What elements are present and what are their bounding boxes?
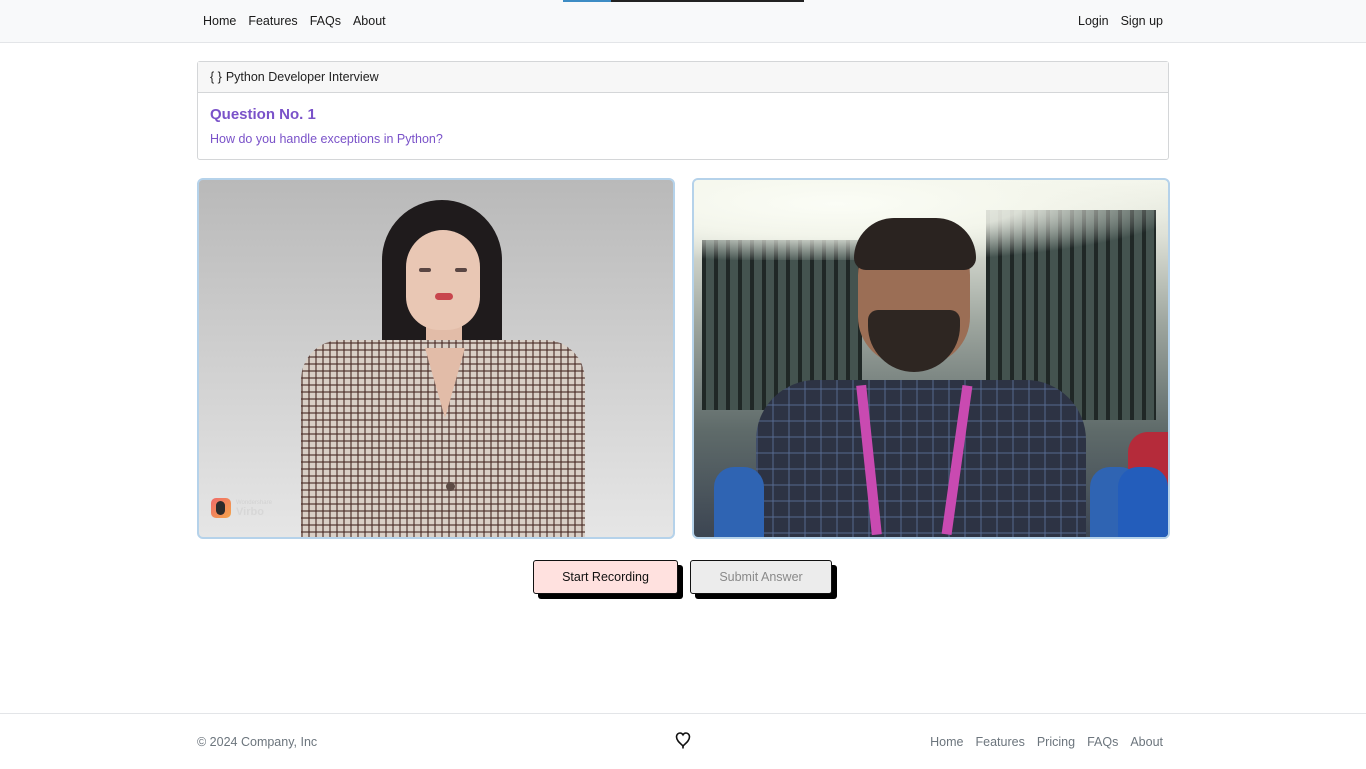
footer-nav: Home Features Pricing FAQs About <box>924 735 1169 749</box>
avatar-collar <box>425 348 465 418</box>
login-link[interactable]: Login <box>1072 14 1115 28</box>
avatar-face <box>406 230 480 330</box>
submit-answer-button[interactable]: Submit Answer <box>690 560 832 594</box>
user-webcam-video <box>692 178 1170 539</box>
heart-icon[interactable] <box>675 731 691 749</box>
auditorium-seat <box>714 467 764 537</box>
nav-about-link[interactable]: About <box>347 14 392 28</box>
user-hair <box>854 218 976 270</box>
nav-features-link[interactable]: Features <box>242 14 303 28</box>
signup-link[interactable]: Sign up <box>1115 14 1169 28</box>
question-number: Question No. 1 <box>210 106 316 123</box>
page-footer: © 2024 Company, Inc Home Features Pricin… <box>0 713 1366 769</box>
start-recording-button[interactable]: Start Recording <box>533 560 678 594</box>
auditorium-seat <box>1118 467 1168 537</box>
watermark-text: Wondershare Virbo <box>236 499 272 518</box>
footer-faqs-link[interactable]: FAQs <box>1081 735 1124 749</box>
watermark-product: Virbo <box>236 506 264 518</box>
avatar-left-eye <box>419 268 431 272</box>
page-progress-bar <box>563 0 804 2</box>
question-card: { } Python Developer Interview Question … <box>197 61 1169 160</box>
virbo-logo-icon <box>211 498 231 518</box>
question-text: How do you handle exceptions in Python? <box>210 132 443 146</box>
avatar-lips <box>435 293 453 300</box>
question-card-header: { } Python Developer Interview <box>198 62 1168 93</box>
nav-home-link[interactable]: Home <box>197 14 242 28</box>
nav-left: Home Features FAQs About <box>197 0 392 42</box>
footer-about-link[interactable]: About <box>1124 735 1169 749</box>
nav-faqs-link[interactable]: FAQs <box>304 14 347 28</box>
code-braces-icon: { } <box>210 70 222 84</box>
footer-home-link[interactable]: Home <box>924 735 969 749</box>
user-shirt <box>756 380 1086 537</box>
interview-title: Python Developer Interview <box>225 70 379 84</box>
ai-interviewer-video: Wondershare Virbo <box>197 178 675 539</box>
nav-right: Login Sign up <box>1072 0 1169 42</box>
top-navbar: Home Features FAQs About Login Sign up <box>0 0 1366 43</box>
avatar-right-eye <box>455 268 467 272</box>
avatar-jacket-button <box>446 482 455 491</box>
footer-features-link[interactable]: Features <box>970 735 1031 749</box>
footer-pricing-link[interactable]: Pricing <box>1031 735 1081 749</box>
user-beard <box>868 310 960 372</box>
page-progress-fill <box>563 0 612 2</box>
copyright-text: © 2024 Company, Inc <box>197 735 318 749</box>
virbo-watermark: Wondershare Virbo <box>211 498 272 518</box>
